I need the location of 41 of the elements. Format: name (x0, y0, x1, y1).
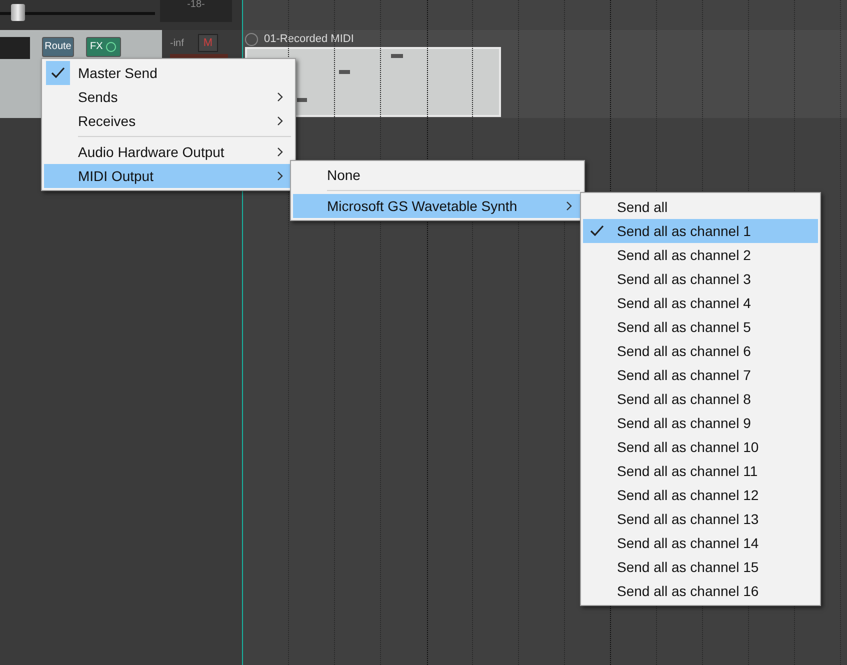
chevron-right-icon (277, 147, 283, 157)
item-name: 01-Recorded MIDI (264, 32, 354, 47)
menu-item[interactable]: None (293, 163, 582, 187)
meter-scale-label: -18- (187, 0, 205, 10)
chevron-right-icon (566, 201, 572, 211)
chevron-right-icon (277, 92, 283, 102)
meter-reading: -inf (170, 36, 184, 50)
chevron-right-icon (277, 116, 283, 126)
menu-item[interactable]: Send all as channel 1 (583, 219, 818, 243)
track-name-field[interactable] (0, 37, 30, 59)
menu-item[interactable]: MIDI Output (44, 164, 293, 188)
checkmark-icon (590, 225, 604, 237)
menu-item[interactable]: Audio Hardware Output (44, 140, 293, 164)
menu-item[interactable]: Send all as channel 12 (583, 483, 818, 507)
menu-item[interactable]: Send all as channel 10 (583, 435, 818, 459)
menu-item[interactable]: Send all as channel 8 (583, 387, 818, 411)
fx-button[interactable]: FX (86, 37, 121, 57)
menu-item[interactable]: Receives (44, 109, 293, 133)
menu-item[interactable]: Send all as channel 14 (583, 531, 818, 555)
chevron-right-icon (277, 171, 283, 181)
menu-item[interactable]: Master Send (44, 61, 293, 85)
midi-note (391, 54, 403, 58)
midi-note (339, 70, 350, 74)
menu-item[interactable]: Send all as channel 6 (583, 339, 818, 363)
menu-item[interactable]: Send all as channel 9 (583, 411, 818, 435)
menu-item[interactable]: Send all as channel 3 (583, 267, 818, 291)
menu-item[interactable]: Send all as channel 13 (583, 507, 818, 531)
menu-item[interactable]: Send all as channel 4 (583, 291, 818, 315)
menu-item[interactable]: Send all as channel 5 (583, 315, 818, 339)
route-button[interactable]: Route (42, 37, 74, 57)
menu-item[interactable]: Send all as channel 16 (583, 579, 818, 603)
menu-item[interactable]: Microsoft GS Wavetable Synth (293, 194, 582, 218)
menu-item[interactable]: Send all as channel 7 (583, 363, 818, 387)
menu-item[interactable]: Send all (583, 195, 818, 219)
checkmark-icon (51, 67, 65, 79)
midi-note (297, 98, 307, 102)
slider-thumb[interactable] (10, 4, 25, 21)
menu-item[interactable]: Send all as channel 11 (583, 459, 818, 483)
menu-item[interactable]: Send all as channel 2 (583, 243, 818, 267)
menu-item[interactable]: Sends (44, 85, 293, 109)
menu-item[interactable]: Send all as channel 15 (583, 555, 818, 579)
